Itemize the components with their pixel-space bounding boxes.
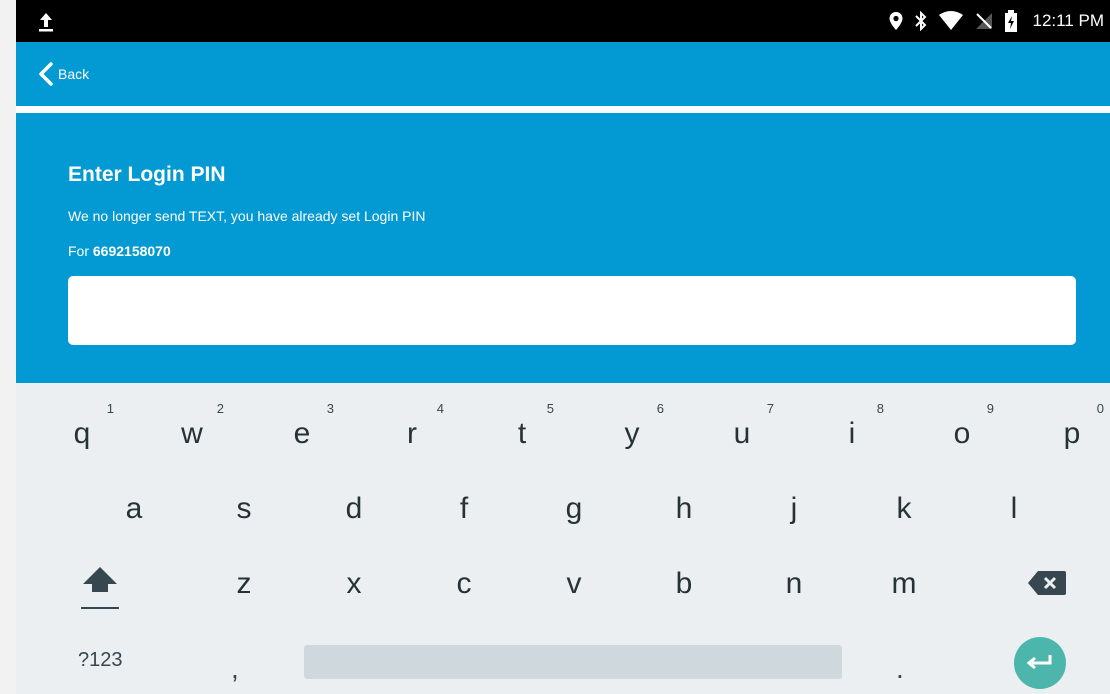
shift-icon [83, 567, 117, 592]
key-label: t [517, 417, 527, 450]
key-f[interactable]: f [444, 494, 484, 524]
key-q[interactable]: q1 [62, 401, 114, 450]
key-z[interactable]: z [224, 569, 264, 599]
key-label: n [785, 567, 803, 600]
key-hint: 4 [436, 401, 444, 416]
bluetooth-icon [915, 11, 927, 31]
info-message: We no longer send TEXT, you have already… [68, 208, 426, 224]
key-y[interactable]: y6 [612, 401, 665, 450]
key-label: y [624, 417, 640, 450]
key-label: z [236, 567, 252, 600]
pin-input[interactable] [68, 276, 1076, 345]
key-x[interactable]: x [334, 569, 374, 599]
key-label: d [345, 492, 363, 525]
app-bar: Back [16, 42, 1110, 106]
backspace-key[interactable] [1026, 567, 1068, 599]
key-label: i [848, 417, 856, 450]
key-label: v [566, 567, 582, 600]
page-title: Enter Login PIN [68, 163, 226, 186]
for-label: For [68, 243, 89, 259]
device-screen: 12:11 PM Back Enter Login PIN We no long… [16, 0, 1110, 694]
phone-number: 6692158070 [92, 243, 171, 259]
key-hint: 3 [326, 401, 334, 416]
key-label: l [1010, 492, 1018, 525]
key-l[interactable]: l [994, 494, 1034, 524]
login-panel: Enter Login PIN We no longer send TEXT, … [16, 113, 1110, 383]
key-label: o [953, 417, 971, 450]
key-label: m [891, 567, 917, 600]
key-label: b [675, 567, 693, 600]
key-label: j [790, 492, 798, 525]
key-r[interactable]: r4 [392, 401, 444, 450]
backspace-icon [1028, 571, 1066, 595]
key-a[interactable]: a [114, 494, 154, 524]
key-n[interactable]: n [774, 569, 814, 599]
key-g[interactable]: g [554, 494, 594, 524]
comma-key[interactable]: , [231, 653, 239, 685]
header-divider [16, 106, 1110, 113]
key-label: x [346, 567, 362, 600]
key-label: g [565, 492, 583, 525]
key-v[interactable]: v [554, 569, 594, 599]
key-i[interactable]: i8 [832, 401, 884, 450]
shift-key[interactable] [79, 563, 121, 613]
key-hint: 9 [986, 401, 994, 416]
key-label: s [236, 492, 252, 525]
key-hint: 8 [876, 401, 884, 416]
key-label: w [181, 417, 203, 450]
key-u[interactable]: u7 [722, 401, 774, 450]
key-hint: 0 [1096, 401, 1104, 416]
key-m[interactable]: m [884, 569, 924, 599]
key-label: c [456, 567, 472, 600]
key-hint: 1 [106, 401, 114, 416]
on-screen-keyboard: q1w2e3r4t5y6u7i8o9p0 asdfghjkl zxcvbnm ?… [16, 383, 1110, 694]
key-hint: 7 [766, 401, 774, 416]
key-b[interactable]: b [664, 569, 704, 599]
key-label: p [1063, 417, 1081, 450]
symbols-key[interactable]: ?123 [78, 649, 123, 672]
key-k[interactable]: k [884, 494, 924, 524]
key-s[interactable]: s [224, 494, 264, 524]
key-w[interactable]: w2 [172, 401, 224, 450]
no-signal-icon [976, 13, 993, 29]
key-label: e [293, 417, 311, 450]
status-bar: 12:11 PM [16, 0, 1110, 42]
period-key[interactable]: . [896, 653, 904, 685]
key-label: f [459, 492, 469, 525]
space-bar[interactable] [304, 645, 842, 679]
key-j[interactable]: j [774, 494, 814, 524]
key-p[interactable]: p0 [1052, 401, 1104, 450]
status-clock: 12:11 PM [1032, 11, 1104, 30]
key-label: k [896, 492, 912, 525]
key-t[interactable]: t5 [502, 401, 554, 450]
battery-charging-icon [1005, 10, 1018, 32]
key-hint: 2 [216, 401, 224, 416]
status-icons: 12:11 PM [888, 9, 1104, 33]
phone-line: For 6692158070 [68, 243, 171, 259]
key-label: a [125, 492, 143, 525]
key-label: r [407, 417, 417, 450]
key-hint: 6 [656, 401, 664, 416]
key-label: q [73, 417, 91, 450]
upload-icon [39, 13, 53, 32]
chevron-left-icon [39, 62, 53, 86]
enter-icon [1026, 655, 1052, 670]
key-d[interactable]: d [334, 494, 374, 524]
wifi-icon [939, 11, 964, 30]
back-button[interactable]: Back [38, 58, 89, 90]
key-c[interactable]: c [444, 569, 484, 599]
enter-key[interactable] [1014, 637, 1066, 689]
location-icon [889, 12, 903, 30]
key-h[interactable]: h [664, 494, 704, 524]
back-label: Back [58, 66, 90, 82]
key-e[interactable]: e3 [282, 401, 334, 450]
key-hint: 5 [546, 401, 554, 416]
key-label: h [675, 492, 693, 525]
key-o[interactable]: o9 [942, 401, 994, 450]
key-label: u [733, 417, 751, 450]
